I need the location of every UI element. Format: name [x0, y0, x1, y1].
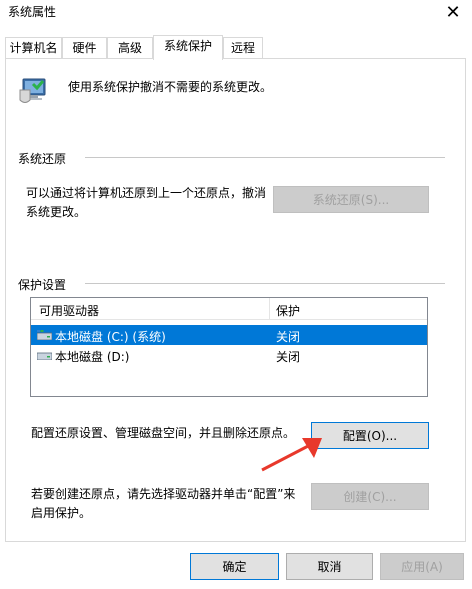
column-header-protection[interactable]: 保护	[276, 302, 300, 319]
tab-hardware[interactable]: 硬件	[62, 37, 107, 59]
tab-strip: 计算机名 硬件 高级 系统保护 远程	[5, 35, 465, 60]
close-icon[interactable]: ✕	[442, 2, 464, 24]
configure-description: 配置还原设置、管理磁盘空间，并且删除还原点。	[31, 426, 296, 440]
system-drive-icon	[37, 330, 52, 340]
title-bar: 系统属性 ✕	[0, 0, 472, 30]
restore-description: 可以通过将计算机还原到上一个还原点，撤消 系统更改。	[26, 184, 266, 222]
column-header-drives[interactable]: 可用驱动器	[39, 302, 99, 319]
tab-system-protection[interactable]: 系统保护	[153, 35, 223, 60]
drive-row-d[interactable]: 本地磁盘 (D:) 关闭	[31, 345, 427, 365]
tab-advanced[interactable]: 高级	[107, 37, 153, 59]
ok-button[interactable]: 确定	[190, 553, 279, 580]
tab-computer-name[interactable]: 计算机名	[5, 37, 62, 59]
column-separator	[269, 298, 270, 320]
create-description: 若要创建还原点，请先选择驱动器并单击“配置”来 启用保护。	[31, 485, 295, 523]
restore-description-line1: 可以通过将计算机还原到上一个还原点，撤消	[26, 186, 267, 200]
create-description-line2: 启用保护。	[31, 506, 92, 520]
drive-protection-status: 关闭	[276, 330, 301, 344]
drive-protection-status: 关闭	[276, 350, 301, 364]
tab-remote[interactable]: 远程	[223, 37, 263, 59]
drive-icon	[37, 352, 52, 360]
intro-text: 使用系统保护撤消不需要的系统更改。	[68, 80, 273, 94]
protection-group-label: 保护设置	[18, 278, 67, 292]
drive-list[interactable]: 可用驱动器 保护 本地磁盘 (C:) (系统) 关闭 本地磁盘 (D:) 关闭	[30, 297, 428, 397]
drive-row-c[interactable]: 本地磁盘 (C:) (系统) 关闭	[31, 325, 427, 345]
red-arrow-icon	[261, 438, 322, 472]
restore-group-label: 系统还原	[18, 152, 67, 166]
drive-name: 本地磁盘 (C:) (系统)	[55, 330, 166, 344]
drive-name: 本地磁盘 (D:)	[55, 350, 130, 364]
drive-list-header: 可用驱动器 保护	[31, 298, 427, 320]
system-restore-button[interactable]: 系统还原(S)...	[273, 186, 429, 213]
cancel-button[interactable]: 取消	[286, 553, 373, 580]
restore-divider	[85, 157, 445, 158]
window-title: 系统属性	[8, 5, 57, 19]
restore-description-line2: 系统更改。	[26, 205, 87, 219]
system-protection-icon	[19, 78, 46, 103]
create-button[interactable]: 创建(C)...	[311, 483, 429, 510]
protection-divider	[85, 283, 445, 284]
create-description-line1: 若要创建还原点，请先选择驱动器并单击“配置”来	[31, 487, 296, 501]
configure-button[interactable]: 配置(O)...	[311, 422, 429, 449]
apply-button[interactable]: 应用(A)	[380, 553, 464, 580]
